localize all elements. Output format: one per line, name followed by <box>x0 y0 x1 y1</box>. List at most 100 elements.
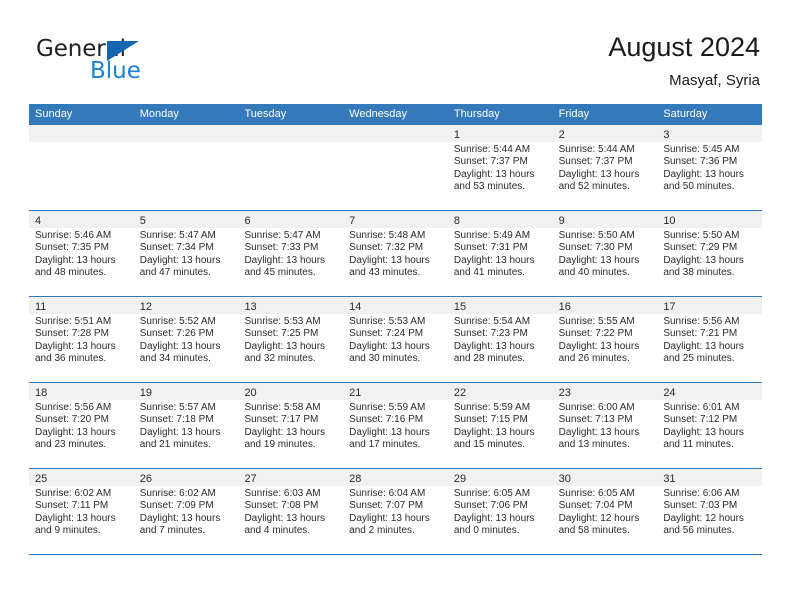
day-cell[interactable]: 5 Sunrise: 5:47 AM Sunset: 7:34 PM Daylight… <box>133 211 239 296</box>
day-cell-empty <box>238 125 344 210</box>
day-info: Sunrise: 5:53 AM Sunset: 7:25 PM Daylight:… <box>238 314 343 366</box>
day-cell[interactable]: 12 Sunrise: 5:52 AM Sunset: 7:26 PM Dayligh… <box>133 297 239 382</box>
day-cell[interactable]: 16 Sunrise: 5:55 AM Sunset: 7:22 PM Dayligh… <box>552 297 658 382</box>
daylight-text-line2: and 43 minutes. <box>349 267 421 279</box>
day-cell[interactable]: 10 Sunrise: 5:50 AM Sunset: 7:29 PM Dayligh… <box>657 211 763 296</box>
day-number: 22 <box>453 387 467 399</box>
day-info: Sunrise: 5:52 AM Sunset: 7:26 PM Daylight:… <box>134 314 239 366</box>
day-info: Sunrise: 5:47 AM Sunset: 7:33 PM Daylight:… <box>238 228 343 280</box>
day-number: 25 <box>35 473 48 485</box>
day-number: 26 <box>139 473 152 485</box>
day-cell[interactable]: 3 Sunrise: 5:45 AM Sunset: 7:36 PM Daylight… <box>657 125 763 210</box>
day-cell-empty <box>133 125 239 210</box>
day-info: Sunrise: 6:00 AM Sunset: 7:13 PM Daylight:… <box>553 400 658 452</box>
day-cell[interactable]: 27 Sunrise: 6:03 AM Sunset: 7:08 PM Dayligh… <box>238 469 344 554</box>
day-cell[interactable]: 4 Sunrise: 5:46 AM Sunset: 7:35 PM Daylight… <box>29 211 134 296</box>
weekday-header-wednesday: Wednesday <box>349 108 408 120</box>
day-cell[interactable]: 25 Sunrise: 6:02 AM Sunset: 7:11 PM Dayligh… <box>29 469 134 554</box>
day-number-band: 1 <box>447 125 553 142</box>
daylight-text-line1: Daylight: 13 hours <box>349 512 430 524</box>
daylight-text-line2: and 56 minutes. <box>663 525 735 537</box>
day-cell[interactable]: 1 Sunrise: 5:44 AM Sunset: 7:37 PM Daylight… <box>447 125 553 210</box>
day-cell[interactable]: 20 Sunrise: 5:58 AM Sunset: 7:17 PM Dayligh… <box>238 383 344 468</box>
sunset-text: Sunset: 7:12 PM <box>663 414 738 426</box>
daylight-text-line1: Daylight: 13 hours <box>139 340 221 352</box>
daylight-text-line2: and 15 minutes. <box>453 439 526 451</box>
day-cell[interactable]: 17 Sunrise: 5:56 AM Sunset: 7:21 PM Dayligh… <box>657 297 763 382</box>
day-number: 4 <box>35 215 42 227</box>
day-cell[interactable]: 21 Sunrise: 5:59 AM Sunset: 7:16 PM Dayligh… <box>343 383 448 468</box>
sunset-text: Sunset: 7:08 PM <box>244 500 319 512</box>
sunrise-text: Sunrise: 6:05 AM <box>453 488 531 499</box>
day-cell[interactable]: 13 Sunrise: 5:53 AM Sunset: 7:25 PM Dayligh… <box>238 297 344 382</box>
day-cell[interactable]: 6 Sunrise: 5:47 AM Sunset: 7:33 PM Daylight… <box>238 211 344 296</box>
day-cell[interactable]: 28 Sunrise: 6:04 AM Sunset: 7:07 PM Dayligh… <box>343 469 448 554</box>
day-info: Sunrise: 5:46 AM Sunset: 7:35 PM Daylight:… <box>29 228 134 280</box>
sunrise-text: Sunrise: 5:56 AM <box>663 316 740 327</box>
daylight-text-line2: and 58 minutes. <box>558 525 630 537</box>
sunset-text: Sunset: 7:26 PM <box>139 328 214 340</box>
day-info: Sunrise: 5:44 AM Sunset: 7:37 PM Daylight:… <box>448 142 553 194</box>
day-info: Sunrise: 5:57 AM Sunset: 7:18 PM Daylight:… <box>134 400 239 452</box>
day-cell[interactable]: 18 Sunrise: 5:56 AM Sunset: 7:20 PM Dayligh… <box>29 383 134 468</box>
daylight-text-line1: Daylight: 13 hours <box>244 512 326 524</box>
day-info: Sunrise: 5:56 AM Sunset: 7:21 PM Daylight:… <box>657 314 762 366</box>
day-cell[interactable]: 11 Sunrise: 5:51 AM Sunset: 7:28 PM Dayligh… <box>29 297 134 382</box>
day-info: Sunrise: 6:03 AM Sunset: 7:08 PM Daylight:… <box>238 486 343 538</box>
day-cell[interactable]: 29 Sunrise: 6:05 AM Sunset: 7:06 PM Dayligh… <box>447 469 553 554</box>
day-info: Sunrise: 5:49 AM Sunset: 7:31 PM Daylight:… <box>448 228 553 280</box>
day-cell[interactable]: 7 Sunrise: 5:48 AM Sunset: 7:32 PM Daylight… <box>343 211 448 296</box>
daylight-text-line2: and 30 minutes. <box>349 353 421 365</box>
daylight-text-line2: and 25 minutes. <box>663 353 735 365</box>
sunset-text: Sunset: 7:32 PM <box>349 242 424 254</box>
day-number-band: 22 <box>447 383 553 400</box>
day-number-band: 25 <box>29 469 134 486</box>
weekday-header-sunday: Sunday <box>35 108 73 120</box>
day-number: 19 <box>139 387 152 399</box>
daylight-text-line1: Daylight: 13 hours <box>453 168 535 180</box>
sunrise-text: Sunrise: 5:53 AM <box>244 316 321 327</box>
day-cell[interactable]: 30 Sunrise: 6:05 AM Sunset: 7:04 PM Dayligh… <box>552 469 658 554</box>
day-number-band: 27 <box>238 469 344 486</box>
day-info: Sunrise: 5:44 AM Sunset: 7:37 PM Daylight:… <box>553 142 658 194</box>
day-number: 5 <box>139 215 146 227</box>
daylight-text-line1: Daylight: 13 hours <box>558 340 640 352</box>
day-cell[interactable]: 8 Sunrise: 5:49 AM Sunset: 7:31 PM Daylight… <box>447 211 553 296</box>
daylight-text-line2: and 45 minutes. <box>244 267 316 279</box>
day-cell[interactable]: 22 Sunrise: 5:59 AM Sunset: 7:15 PM Dayligh… <box>447 383 553 468</box>
day-number-band: 2 <box>552 125 658 142</box>
daylight-text-line2: and 4 minutes. <box>244 525 311 537</box>
daylight-text-line1: Daylight: 13 hours <box>35 426 116 438</box>
day-cell[interactable]: 19 Sunrise: 5:57 AM Sunset: 7:18 PM Dayligh… <box>133 383 239 468</box>
day-info: Sunrise: 6:05 AM Sunset: 7:04 PM Daylight:… <box>553 486 658 538</box>
day-cell[interactable]: 26 Sunrise: 6:02 AM Sunset: 7:09 PM Dayligh… <box>133 469 239 554</box>
day-number: 18 <box>35 387 48 399</box>
daylight-text-line2: and 52 minutes. <box>558 181 630 193</box>
day-number-band: 10 <box>657 211 763 228</box>
day-number-band: 18 <box>29 383 134 400</box>
day-cell[interactable]: 31 Sunrise: 6:06 AM Sunset: 7:03 PM Dayligh… <box>657 469 763 554</box>
day-info: Sunrise: 5:53 AM Sunset: 7:24 PM Daylight:… <box>343 314 448 366</box>
daylight-text-line2: and 34 minutes. <box>139 353 211 365</box>
day-number-band: 4 <box>29 211 134 228</box>
day-number-band: 24 <box>657 383 763 400</box>
day-info: Sunrise: 5:47 AM Sunset: 7:34 PM Daylight:… <box>134 228 239 280</box>
sunset-text: Sunset: 7:22 PM <box>558 328 633 340</box>
day-cell[interactable]: 2 Sunrise: 5:44 AM Sunset: 7:37 PM Daylight… <box>552 125 658 210</box>
day-cell[interactable]: 23 Sunrise: 6:00 AM Sunset: 7:13 PM Dayligh… <box>552 383 658 468</box>
day-number: 10 <box>663 215 676 227</box>
day-info: Sunrise: 6:02 AM Sunset: 7:11 PM Daylight:… <box>29 486 134 538</box>
sunset-text: Sunset: 7:03 PM <box>663 500 738 512</box>
day-cell[interactable]: 9 Sunrise: 5:50 AM Sunset: 7:30 PM Daylight… <box>552 211 658 296</box>
daylight-text-line2: and 48 minutes. <box>35 267 107 279</box>
sunrise-text: Sunrise: 5:49 AM <box>453 230 531 241</box>
daylight-text-line1: Daylight: 13 hours <box>349 426 430 438</box>
calendar-week-row: 1 Sunrise: 5:44 AM Sunset: 7:37 PM Daylight… <box>29 125 763 211</box>
day-cell[interactable]: 15 Sunrise: 5:54 AM Sunset: 7:23 PM Dayligh… <box>447 297 553 382</box>
day-cell[interactable]: 14 Sunrise: 5:53 AM Sunset: 7:24 PM Dayligh… <box>343 297 448 382</box>
brand-logo[interactable]: General Blue <box>36 36 226 88</box>
day-cell[interactable]: 24 Sunrise: 6:01 AM Sunset: 7:12 PM Dayligh… <box>657 383 763 468</box>
sunrise-text: Sunrise: 5:59 AM <box>349 402 426 413</box>
day-number-band: 26 <box>133 469 239 486</box>
daylight-text-line2: and 36 minutes. <box>35 353 107 365</box>
